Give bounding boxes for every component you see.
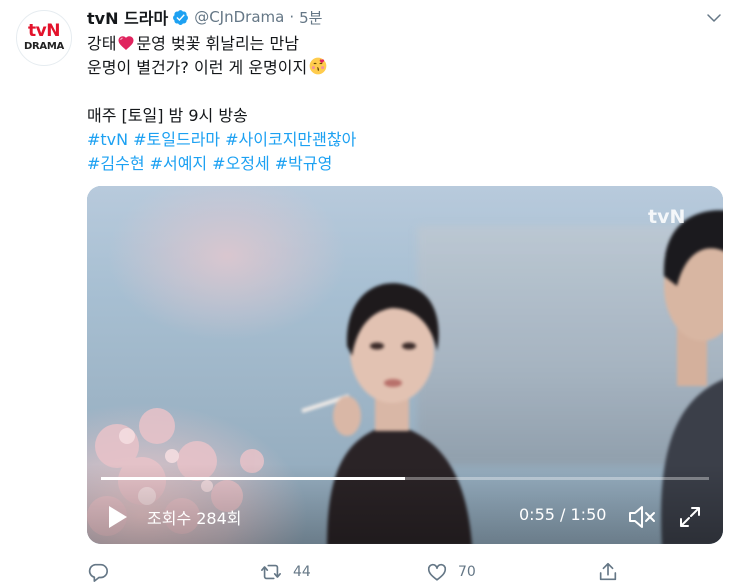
mute-button[interactable] [625, 502, 659, 532]
hashtag[interactable]: #토일드라마 [133, 130, 220, 149]
tweet-actions: 44 70 [87, 560, 727, 584]
progress-fill [101, 477, 405, 480]
tweet-line-2-before: 운명이 별건가? 이런 게 운명이지 [87, 58, 308, 77]
fullscreen-button[interactable] [675, 502, 705, 532]
hashtag[interactable]: #서예지 [150, 154, 208, 173]
share-icon [599, 562, 617, 581]
hashtag-line-2: #김수현 #서예지 #오정세 #박규영 [87, 152, 707, 176]
fullscreen-icon [680, 507, 700, 527]
retweet-count: 44 [293, 564, 311, 580]
tweet-header: tvN 드라마 @CJnDrama · 5분 [87, 6, 322, 28]
mute-icon [629, 506, 655, 528]
play-button[interactable] [105, 503, 131, 531]
reply-icon [88, 563, 108, 582]
tweet-line-1: 강태 문영 벚꽃 휘날리는 만남 [87, 32, 707, 56]
avatar[interactable]: tvN DRAMA [16, 10, 72, 66]
avatar-logo-bottom: DRAMA [24, 41, 64, 52]
handle[interactable]: @CJnDrama [194, 8, 284, 26]
retweet-icon [261, 564, 281, 580]
like-icon [427, 563, 447, 581]
reply-button[interactable] [87, 560, 119, 584]
share-button[interactable] [597, 560, 619, 584]
hashtag[interactable]: #박규영 [275, 154, 333, 173]
like-count: 70 [458, 564, 476, 580]
hashtag[interactable]: #tvN [87, 130, 128, 149]
view-count: 조회수 284회 [147, 509, 242, 528]
retweet-button[interactable]: 44 [259, 560, 311, 584]
play-icon [109, 506, 127, 528]
hashtag[interactable]: #오정세 [212, 154, 270, 173]
display-name[interactable]: tvN 드라마 [87, 5, 168, 29]
hashtag[interactable]: #사이코지만괜찮아 [225, 130, 356, 149]
tweet-line-1-after: 문영 벚꽃 휘날리는 만남 [136, 34, 299, 53]
verified-badge-icon [172, 9, 189, 26]
video-watermark: tvN [648, 206, 686, 228]
tweet-line-2: 운명이 별건가? 이런 게 운명이지 [87, 56, 707, 80]
chevron-down-icon [707, 14, 721, 22]
avatar-logo-top: tvN [28, 21, 60, 41]
tweet-text: 강태 문영 벚꽃 휘날리는 만남 운명이 별건가? 이런 게 운명이지 매주 [토… [87, 32, 707, 176]
timestamp[interactable]: 5분 [299, 7, 322, 28]
video-player[interactable]: tvN 조회수 284회 0:55 / 1:50 [87, 186, 723, 544]
tweet-line-1-before: 강태 [87, 34, 117, 53]
kissing-face-icon [308, 56, 328, 83]
more-options-button[interactable] [703, 7, 725, 29]
hashtag-line-1: #tvN #토일드라마 #사이코지만괜찮아 [87, 128, 707, 152]
broadcast-line: 매주 [토일] 밤 9시 방송 [87, 106, 248, 125]
separator-dot: · [289, 8, 295, 26]
progress-bar[interactable] [101, 477, 709, 480]
time-display: 0:55 / 1:50 [519, 505, 607, 524]
hashtag[interactable]: #김수현 [87, 154, 145, 173]
like-button[interactable]: 70 [426, 560, 476, 584]
